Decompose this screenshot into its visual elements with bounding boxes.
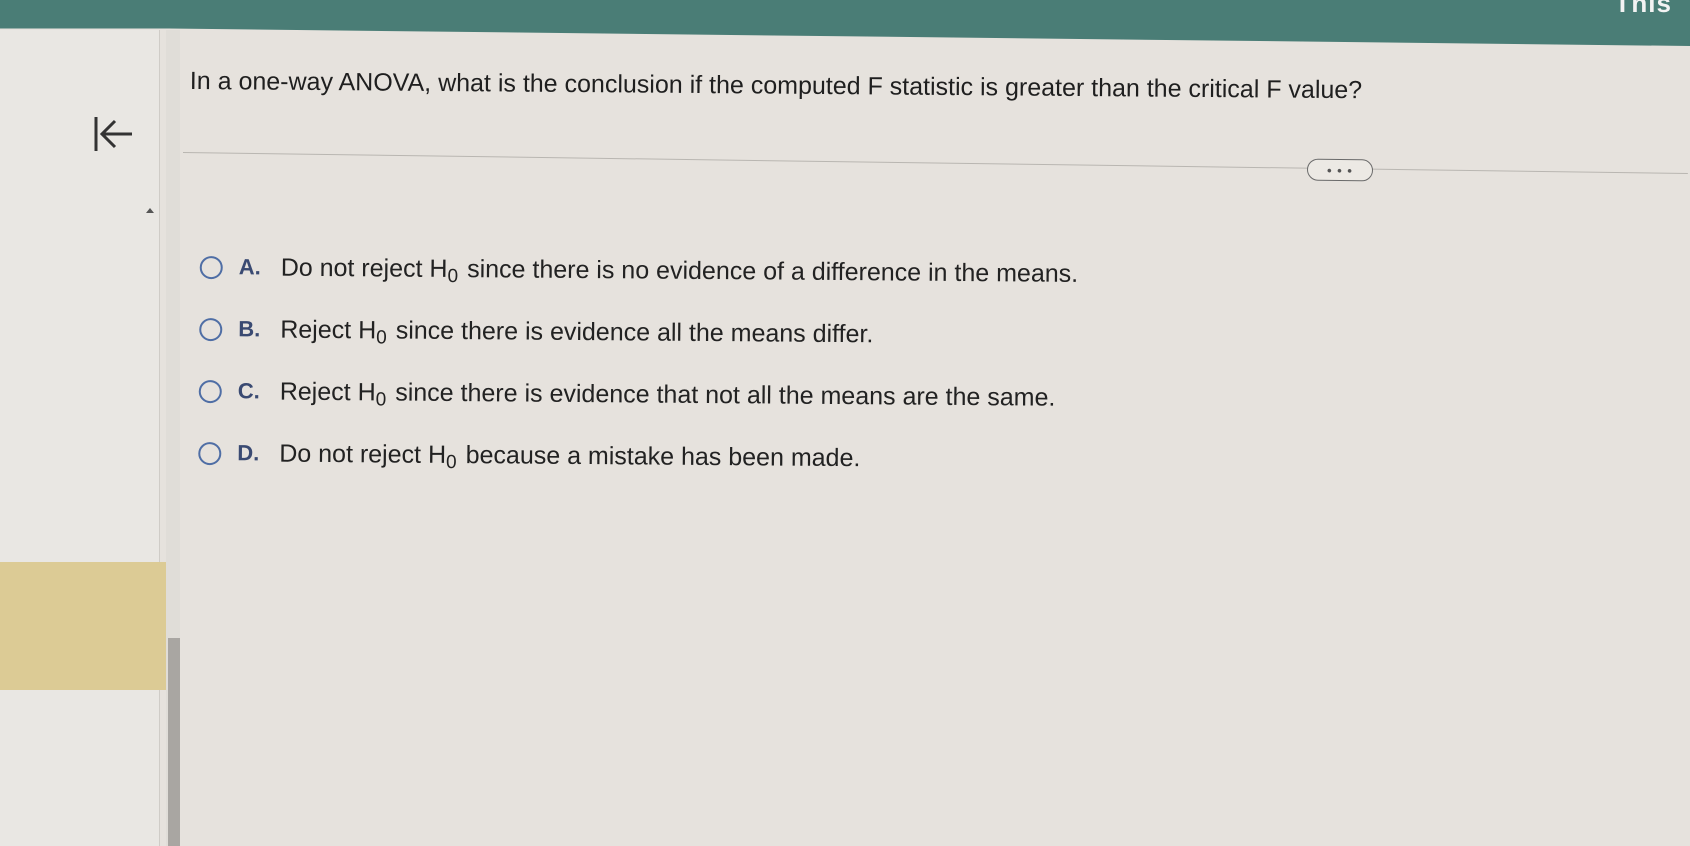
option-text-post: since there is no evidence of a differen… bbox=[467, 254, 1079, 288]
first-page-icon bbox=[94, 117, 132, 151]
option-text-pre: Reject bbox=[279, 377, 351, 406]
option-text-pre: Do not reject bbox=[279, 439, 422, 469]
sidebar-highlight bbox=[0, 562, 168, 690]
page: This In a one-way ANOVA, what is the con… bbox=[0, 0, 1690, 846]
back-to-start-button[interactable] bbox=[86, 108, 138, 160]
option-b[interactable]: B. Reject H0 since there is evidence all… bbox=[199, 298, 1399, 369]
header-corner-text: This bbox=[1614, 0, 1672, 18]
option-letter: D. bbox=[237, 440, 260, 466]
radio-button[interactable] bbox=[198, 379, 222, 403]
option-c[interactable]: C. Reject H0 since there is evidence tha… bbox=[198, 360, 1399, 431]
option-text-post: since there is evidence all the means di… bbox=[395, 316, 874, 348]
question-text: In a one-way ANOVA, what is the conclusi… bbox=[189, 66, 1363, 105]
divider bbox=[182, 152, 1688, 175]
option-letter: B. bbox=[238, 316, 261, 342]
option-a[interactable]: A. Do not reject H0 since there is no ev… bbox=[199, 236, 1400, 307]
radio-button[interactable] bbox=[199, 317, 223, 341]
option-text-post: since there is evidence that not all the… bbox=[395, 378, 1056, 412]
option-text-pre: Do not reject bbox=[280, 253, 423, 283]
hypothesis-subscript: 0 bbox=[375, 389, 387, 411]
option-text-post: because a mistake has been made. bbox=[465, 440, 861, 472]
hypothesis-subscript: 0 bbox=[376, 327, 387, 349]
more-options-button[interactable]: • • • bbox=[1306, 158, 1374, 182]
option-d[interactable]: D. Do not reject H0 because a mistake ha… bbox=[198, 422, 1398, 493]
hypothesis-symbol: H bbox=[357, 377, 376, 406]
hypothesis-subscript: 0 bbox=[447, 265, 459, 288]
option-text-pre: Reject bbox=[280, 315, 352, 344]
left-sidebar bbox=[0, 30, 160, 846]
option-letter: C. bbox=[237, 378, 260, 404]
scrollbar-thumb[interactable] bbox=[168, 638, 180, 846]
radio-button[interactable] bbox=[198, 441, 222, 465]
question-panel: In a one-way ANOVA, what is the conclusi… bbox=[180, 30, 1690, 846]
hypothesis-subscript: 0 bbox=[445, 451, 457, 474]
hypothesis-symbol: H bbox=[429, 254, 448, 283]
option-letter: A. bbox=[238, 254, 261, 280]
hypothesis-symbol: H bbox=[358, 315, 377, 344]
answer-options: A. Do not reject H0 since there is no ev… bbox=[198, 236, 1400, 493]
radio-button[interactable] bbox=[199, 255, 223, 279]
caret-up-icon bbox=[146, 208, 154, 213]
hypothesis-symbol: H bbox=[427, 440, 447, 469]
